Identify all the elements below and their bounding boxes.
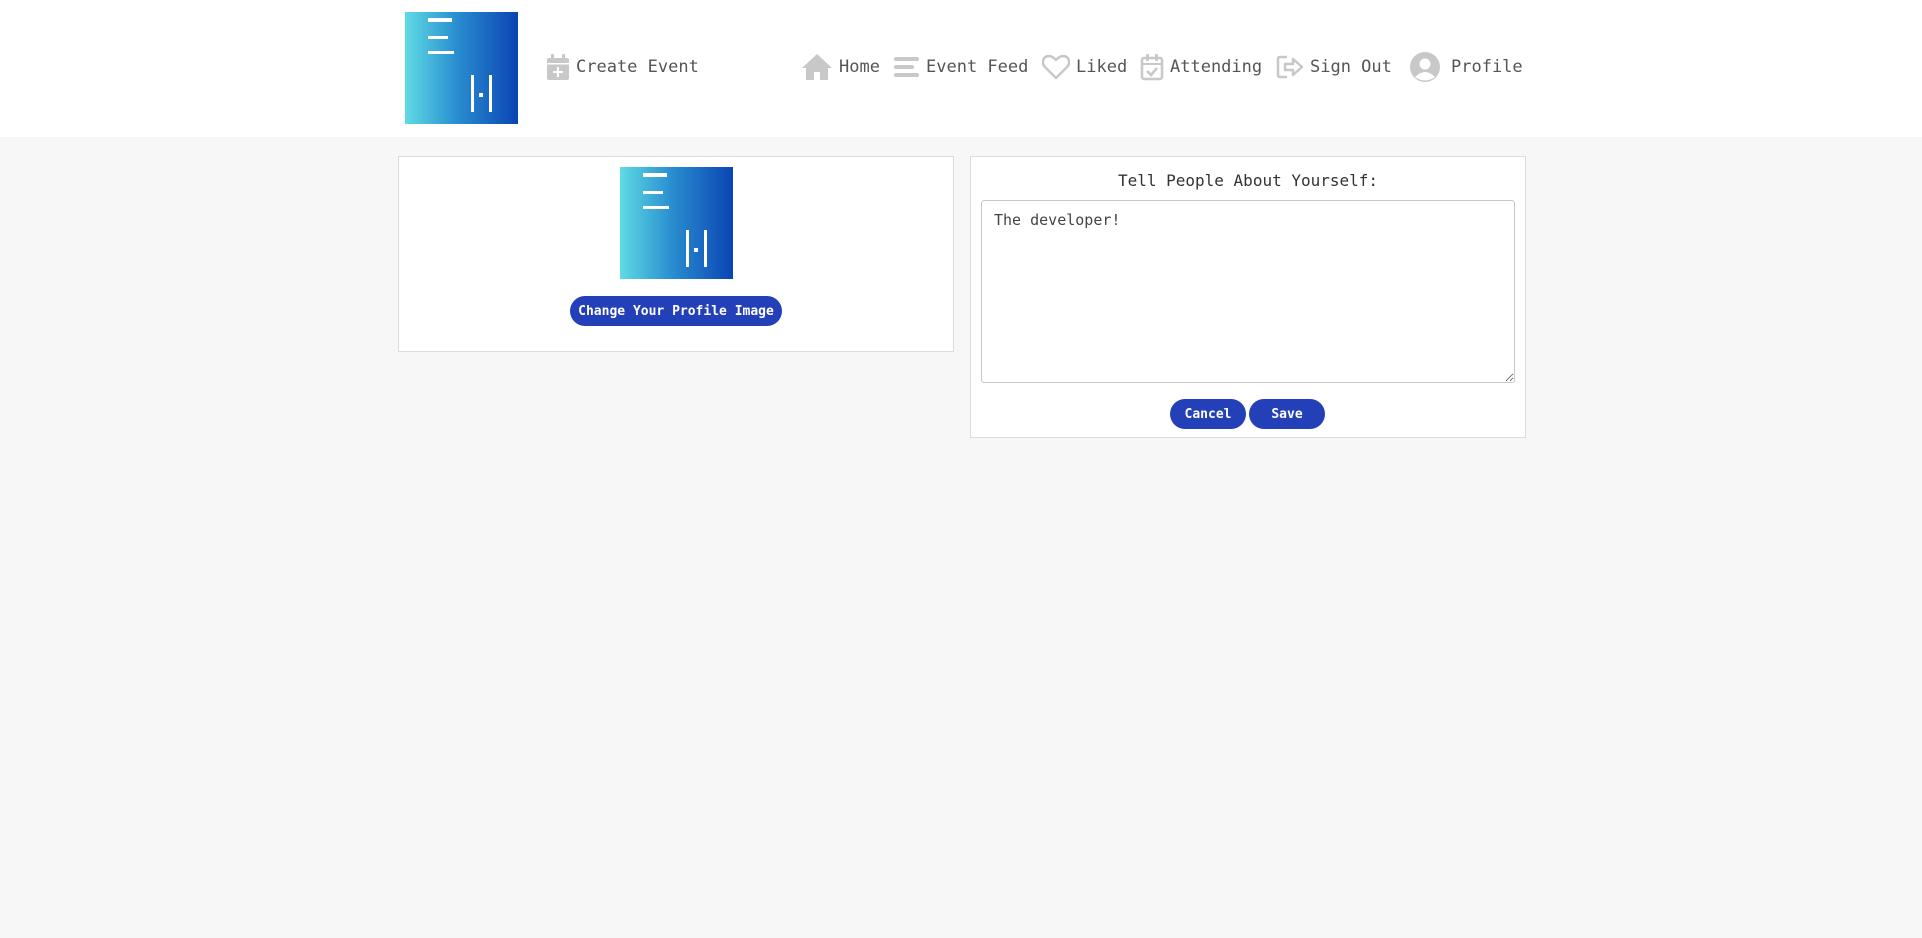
logo-mark [489,75,492,112]
calendar-check-icon [1140,54,1164,81]
logo-mark [643,191,663,194]
logo-mark [694,248,698,252]
calendar-plus-icon [547,54,569,80]
logo-mark [471,75,474,112]
sign-out-icon [1276,55,1304,79]
about-panel: Tell People About Yourself: The develope… [970,156,1526,438]
logo-mark [479,93,483,97]
change-profile-image-button[interactable]: Change Your Profile Image [570,296,782,326]
logo-mark [428,36,448,39]
nav-create-event[interactable]: Create Event [546,52,699,82]
nav-home[interactable]: Home [801,52,880,82]
nav-label: Profile [1451,57,1523,77]
nav-label: Sign Out [1310,57,1392,77]
profile-image-panel: Change Your Profile Image [398,156,954,352]
about-label: Tell People About Yourself: [1117,171,1379,190]
nav-label: Liked [1076,57,1128,77]
nav-label: Home [839,57,880,77]
nav-attending[interactable]: Attending [1140,52,1262,82]
nav-sign-out[interactable]: Sign Out [1276,52,1392,82]
save-button[interactable]: Save [1249,399,1325,429]
logo-mark [704,230,707,267]
nav-liked[interactable]: Liked [1042,52,1127,82]
avatar-icon [1410,52,1440,82]
home-icon [802,54,832,80]
menu-icon [894,57,919,77]
logo-mark [643,206,669,209]
logo-mark [428,51,454,54]
logo-mark [428,18,452,22]
cancel-button[interactable]: Cancel [1170,399,1246,429]
top-header: Create Event Home Event Feed Liked Atten… [0,0,1922,137]
nav-label: Create Event [576,57,699,77]
logo-mark [686,230,689,267]
nav-event-feed[interactable]: Event Feed [893,52,1028,82]
nav-profile[interactable]: Profile [1409,52,1523,82]
nav-label: Attending [1170,57,1263,77]
nav-label: Event Feed [926,57,1029,77]
about-textarea[interactable]: The developer! [981,200,1515,383]
profile-image [620,167,733,279]
site-logo[interactable] [405,12,518,124]
heart-icon [1042,54,1070,80]
logo-mark [643,173,667,177]
